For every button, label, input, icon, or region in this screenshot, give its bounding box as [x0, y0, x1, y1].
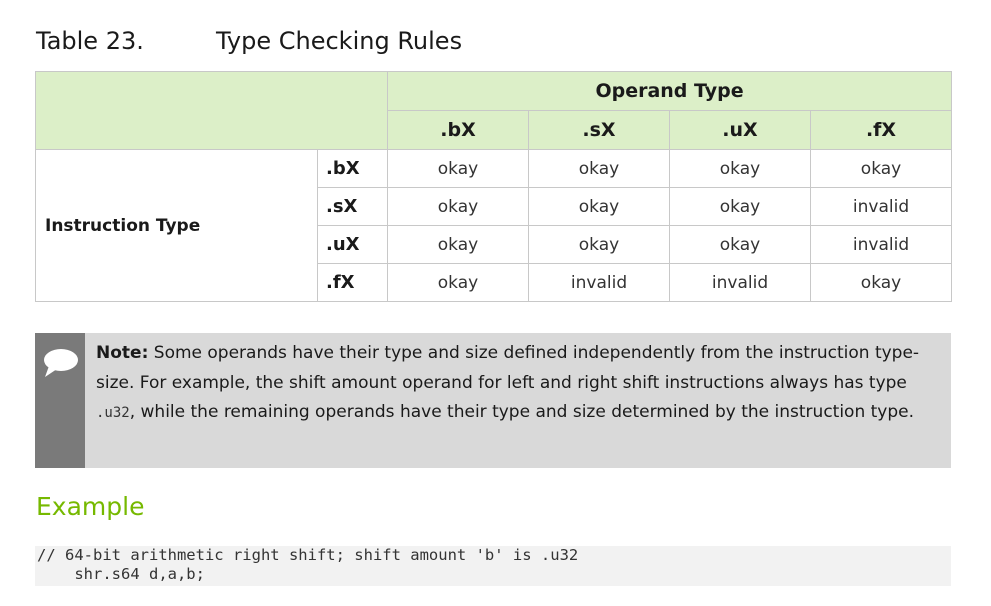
table-row: Instruction Type .bX okay okay okay okay	[35, 149, 953, 302]
table-cell: okay	[387, 149, 529, 188]
table-cell: okay	[387, 225, 529, 264]
code-line: // 64-bit arithmetic right shift; shift …	[37, 546, 579, 564]
table-cell: okay	[809, 149, 953, 188]
instruction-type-row-label: .sX	[317, 187, 388, 226]
instruction-type-row-label: .fX	[317, 263, 388, 302]
code-line: shr.s64 d,a,b;	[37, 565, 205, 583]
note-inline-code: .u32	[96, 405, 130, 421]
code-block: // 64-bit arithmetic right shift; shift …	[35, 546, 951, 586]
note-text: Note: Some operands have their type and …	[96, 339, 941, 429]
example-heading: Example	[36, 492, 145, 521]
type-checking-table: Operand Type .bX .sX .uX .fX Instruction…	[35, 71, 953, 302]
table-title: Type Checking Rules	[216, 27, 463, 55]
table-cell: okay	[669, 225, 811, 264]
table-cell: okay	[387, 263, 529, 302]
table-cell: okay	[528, 187, 670, 226]
table-cell: okay	[809, 263, 953, 302]
speech-bubble-icon	[44, 349, 78, 377]
operand-type-header: .fX	[809, 110, 953, 150]
note-label: Note:	[96, 343, 149, 363]
note-box: Note: Some operands have their type and …	[35, 333, 951, 468]
operand-type-group-header: Operand Type	[386, 71, 953, 111]
table-cell: invalid	[528, 263, 670, 302]
table-number: Table 23.	[36, 27, 144, 55]
note-sidebar	[35, 333, 85, 468]
table-cell: okay	[528, 225, 670, 264]
table-cell: okay	[387, 187, 529, 226]
operand-type-header: .bX	[387, 110, 529, 150]
operand-type-header: .uX	[669, 110, 811, 150]
note-body-part1: Some operands have their type and size d…	[96, 343, 920, 393]
header-corner-cell	[35, 71, 388, 150]
table-caption: Table 23. Type Checking Rules	[36, 24, 736, 58]
operand-type-header: .sX	[528, 110, 670, 150]
instruction-type-row-label: .uX	[317, 225, 388, 264]
table-cell: invalid	[809, 225, 953, 264]
note-body-part2: , while the remaining operands have thei…	[129, 402, 915, 422]
table-cell: okay	[669, 149, 811, 188]
instruction-type-label: Instruction Type	[35, 149, 318, 302]
table-cell: invalid	[669, 263, 811, 302]
instruction-type-row-label: .bX	[317, 149, 388, 188]
table-cell: invalid	[809, 187, 953, 226]
table-cell: okay	[669, 187, 811, 226]
table-cell: okay	[528, 149, 670, 188]
